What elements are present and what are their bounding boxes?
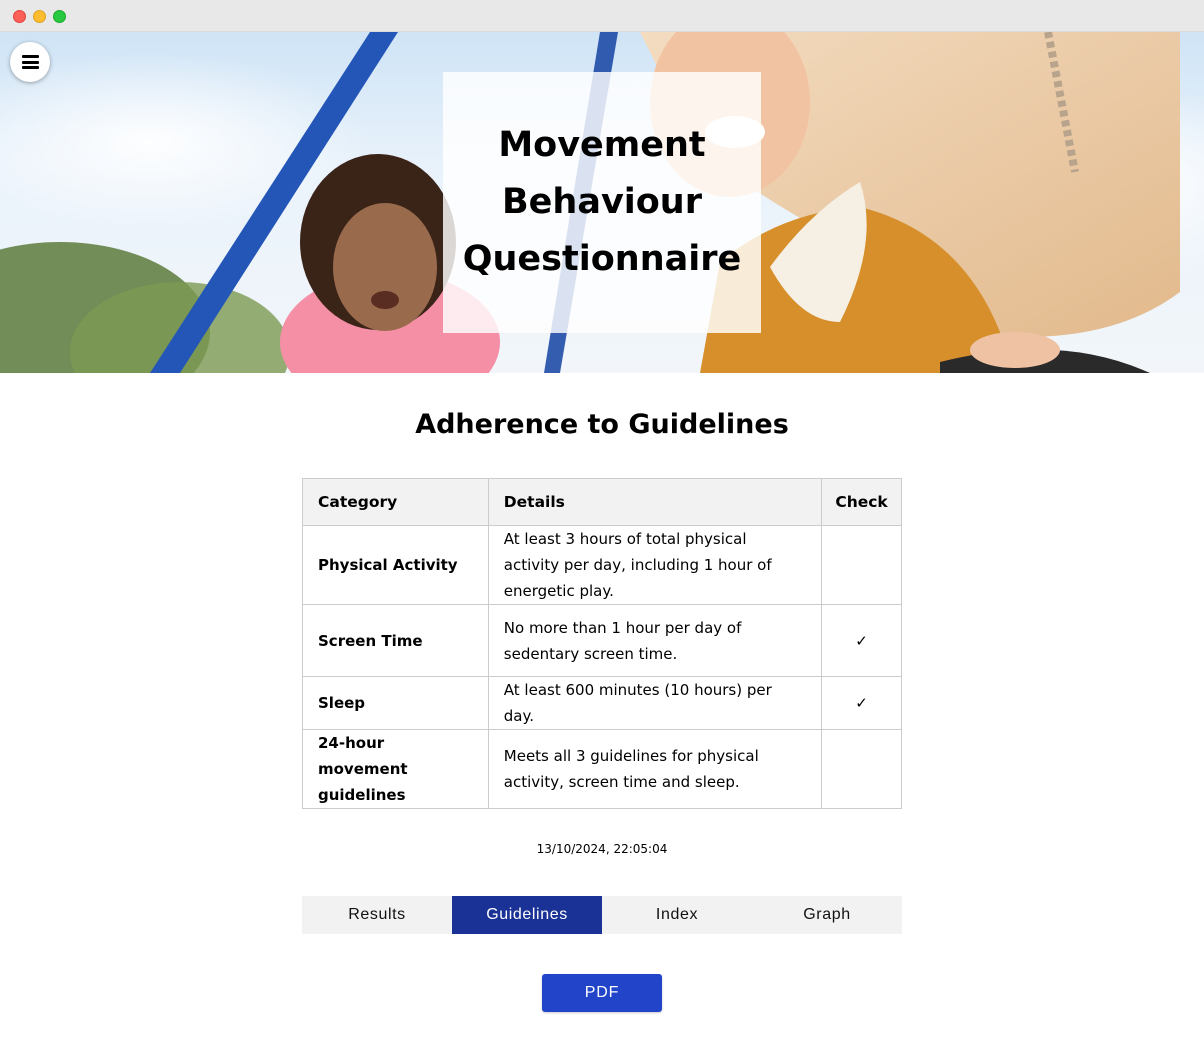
hamburger-menu-icon xyxy=(21,55,39,69)
table-row: Sleep At least 600 minutes (10 hours) pe… xyxy=(302,676,902,730)
table-header-row: Category Details Check xyxy=(302,478,902,526)
title-card: Movement Behaviour Questionnaire xyxy=(443,72,761,333)
category-cell: Screen Time xyxy=(302,604,489,677)
details-cell: At least 3 hours of total physical activ… xyxy=(487,525,823,605)
details-cell: Meets all 3 guidelines for physical acti… xyxy=(487,729,823,809)
tab-guidelines[interactable]: Guidelines xyxy=(452,896,602,934)
page-title: Movement Behaviour Questionnaire xyxy=(462,125,742,279)
pdf-button[interactable]: PDF xyxy=(542,974,662,1012)
table-row: 24-hour movement guidelines Meets all 3 … xyxy=(302,729,902,809)
section-heading: Adherence to Guidelines xyxy=(415,409,789,440)
tab-graph[interactable]: Graph xyxy=(752,896,902,934)
hero-banner: Movement Behaviour Questionnaire xyxy=(0,32,1204,373)
guidelines-table: Category Details Check Physical Activity… xyxy=(302,478,902,809)
table-row: Screen Time No more than 1 hour per day … xyxy=(302,604,902,677)
window-titlebar xyxy=(0,0,1204,32)
minimize-window-icon[interactable] xyxy=(33,10,46,23)
details-cell: At least 600 minutes (10 hours) per day. xyxy=(487,676,823,730)
header-details: Details xyxy=(487,478,823,526)
close-window-icon[interactable] xyxy=(13,10,26,23)
table-row: Physical Activity At least 3 hours of to… xyxy=(302,525,902,605)
category-cell: 24-hour movement guidelines xyxy=(302,729,489,809)
checkmark-icon: ✓ xyxy=(821,676,902,730)
menu-button[interactable] xyxy=(10,42,50,82)
maximize-window-icon[interactable] xyxy=(53,10,66,23)
tab-index[interactable]: Index xyxy=(602,896,752,934)
tab-bar: Results Guidelines Index Graph xyxy=(302,896,902,934)
category-cell: Sleep xyxy=(302,676,489,730)
timestamp: 13/10/2024, 22:05:04 xyxy=(536,842,668,856)
header-check: Check xyxy=(821,478,902,526)
checkmark-icon: ✓ xyxy=(821,604,902,677)
header-category: Category xyxy=(302,478,489,526)
details-cell: No more than 1 hour per day of sedentary… xyxy=(487,604,823,677)
check-cell xyxy=(821,729,902,809)
category-cell: Physical Activity xyxy=(302,525,489,605)
check-cell xyxy=(821,525,902,605)
tab-results[interactable]: Results xyxy=(302,896,452,934)
